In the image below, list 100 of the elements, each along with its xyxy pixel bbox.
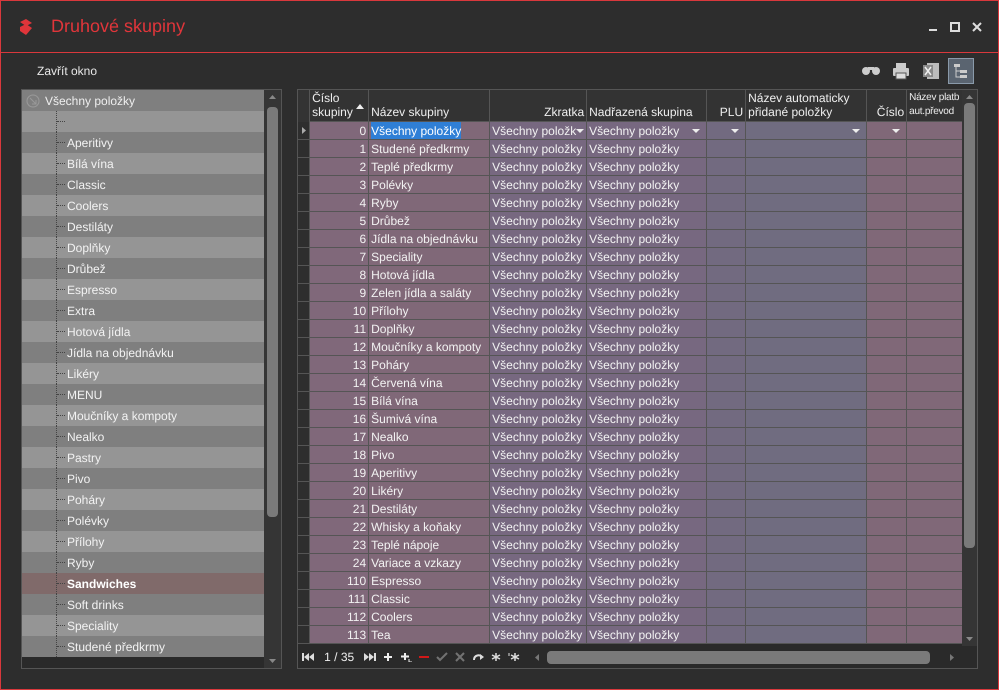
- table-cell: 111: [310, 590, 370, 608]
- dropdown-caret-icon[interactable]: [852, 128, 860, 132]
- dropdown-field[interactable]: [707, 122, 746, 140]
- scrollbar[interactable]: [962, 90, 977, 646]
- tree-row[interactable]: Likéry: [22, 363, 264, 384]
- row-selector[interactable]: [298, 194, 310, 212]
- navigator-button[interactable]: [382, 652, 394, 662]
- tree-row[interactable]: Classic: [22, 174, 264, 195]
- table-cell: [907, 392, 962, 410]
- dropdown-field[interactable]: Všechny položk: [490, 122, 588, 140]
- row-selector[interactable]: [298, 608, 310, 626]
- dropdown-caret-icon[interactable]: [576, 128, 584, 132]
- navigator-button[interactable]: [508, 652, 520, 662]
- navigator-button[interactable]: [490, 652, 502, 662]
- tree-row[interactable]: MENU: [22, 384, 264, 405]
- tree-row[interactable]: Moučníky a kompoty: [22, 405, 264, 426]
- table-cell: [707, 392, 746, 410]
- table-cell: [707, 140, 746, 158]
- row-selector[interactable]: [298, 248, 310, 266]
- tree-row[interactable]: Coolers: [22, 195, 264, 216]
- tree-row[interactable]: Sandwiches: [22, 573, 264, 594]
- navigator-button[interactable]: [472, 652, 484, 662]
- row-selector[interactable]: [298, 338, 310, 356]
- tree-row[interactable]: Studené předkrmy: [22, 636, 264, 657]
- navigator-button[interactable]: [302, 652, 314, 662]
- sort-ascending-icon[interactable]: [356, 104, 364, 109]
- row-selector[interactable]: [298, 374, 310, 392]
- row-selector[interactable]: [298, 518, 310, 536]
- table-cell: Všechny položky: [490, 518, 588, 536]
- row-selector[interactable]: [298, 392, 310, 410]
- row-selector[interactable]: [298, 500, 310, 518]
- table-cell: Všechny položky: [587, 626, 708, 644]
- row-selector[interactable]: [298, 140, 310, 158]
- row-selector[interactable]: [298, 410, 310, 428]
- dropdown-field[interactable]: Všechny položky: [587, 122, 708, 140]
- tree-row[interactable]: Polévky: [22, 510, 264, 531]
- close-icon[interactable]: [972, 22, 982, 32]
- scroll-up-icon[interactable]: [269, 94, 276, 99]
- tree-row[interactable]: Poháry: [22, 489, 264, 510]
- scrollbar[interactable]: [264, 90, 282, 668]
- tree-row[interactable]: Doplňky: [22, 237, 264, 258]
- tree-row[interactable]: Pastry: [22, 447, 264, 468]
- scroll-left-icon[interactable]: [534, 654, 540, 660]
- scroll-thumb[interactable]: [267, 107, 278, 517]
- row-selector[interactable]: [298, 626, 310, 644]
- scroll-down-icon[interactable]: [966, 637, 973, 642]
- row-selector[interactable]: [298, 554, 310, 572]
- tree-row[interactable]: Speciality: [22, 615, 264, 636]
- tree-row[interactable]: Destiláty: [22, 216, 264, 237]
- tree-row[interactable]: Aperitivy: [22, 132, 264, 153]
- row-selector[interactable]: [298, 536, 310, 554]
- tree-row[interactable]: Soft drinks: [22, 594, 264, 615]
- table-cell: 17: [310, 428, 370, 446]
- table-cell: [907, 626, 962, 644]
- row-selector[interactable]: [298, 302, 310, 320]
- tree-row[interactable]: Drůbež: [22, 258, 264, 279]
- row-selector[interactable]: [298, 122, 310, 140]
- tree-row[interactable]: Pivo: [22, 468, 264, 489]
- row-selector[interactable]: [298, 212, 310, 230]
- tree-row[interactable]: Bílá vína: [22, 153, 264, 174]
- scroll-up-icon[interactable]: [966, 94, 973, 99]
- row-selector[interactable]: [298, 464, 310, 482]
- row-selector[interactable]: [298, 320, 310, 338]
- dropdown-caret-icon[interactable]: [892, 128, 900, 132]
- scroll-right-icon[interactable]: [950, 654, 955, 660]
- navigator-button[interactable]: [400, 652, 412, 662]
- table-cell: Všechny položky: [587, 356, 708, 374]
- dropdown-field[interactable]: [746, 122, 868, 140]
- tree-row[interactable]: Espresso: [22, 279, 264, 300]
- table-cell-editor[interactable]: Všechny položky: [369, 122, 490, 140]
- dropdown-caret-icon[interactable]: [731, 128, 740, 132]
- tree-row[interactable]: Hotová jídla: [22, 321, 264, 342]
- tree-row[interactable]: Ryby: [22, 552, 264, 573]
- row-selector[interactable]: [298, 176, 310, 194]
- tree-row[interactable]: Jídla na objednávku: [22, 342, 264, 363]
- tree-row[interactable]: Nealko: [22, 426, 264, 447]
- row-selector[interactable]: [298, 356, 310, 374]
- dropdown-field[interactable]: [867, 122, 908, 140]
- maximize-icon[interactable]: [950, 22, 960, 32]
- navigator-button[interactable]: [364, 652, 376, 662]
- table-cell: [907, 464, 962, 482]
- table-cell: [907, 590, 962, 608]
- row-selector[interactable]: [298, 284, 310, 302]
- row-selector[interactable]: [298, 158, 310, 176]
- table-cell: Všechny položky: [587, 590, 708, 608]
- dropdown-caret-icon[interactable]: [692, 128, 700, 132]
- row-selector[interactable]: [298, 266, 310, 284]
- row-selector[interactable]: [298, 446, 310, 464]
- tree-row[interactable]: Přílohy: [22, 531, 264, 552]
- tree-row[interactable]: Extra: [22, 300, 264, 321]
- row-selector[interactable]: [298, 482, 310, 500]
- row-selector[interactable]: [298, 230, 310, 248]
- close-window-button[interactable]: Zavřít okno: [37, 62, 98, 80]
- scroll-down-icon[interactable]: [269, 659, 276, 664]
- scroll-thumb[interactable]: [964, 103, 975, 548]
- table-cell: [907, 284, 962, 302]
- row-selector[interactable]: [298, 572, 310, 590]
- row-selector[interactable]: [298, 428, 310, 446]
- app-logo-icon: [17, 18, 35, 36]
- row-selector[interactable]: [298, 590, 310, 608]
